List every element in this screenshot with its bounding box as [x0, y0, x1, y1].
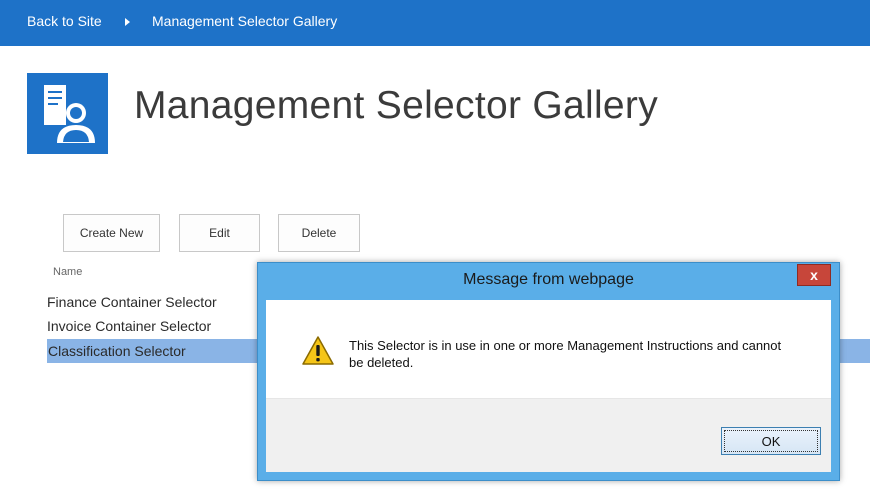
dialog-footer: OK	[266, 398, 831, 472]
create-new-button[interactable]: Create New	[63, 214, 160, 252]
dialog-title: Message from webpage	[463, 271, 634, 288]
close-icon: x	[810, 267, 818, 283]
breadcrumb-current: Management Selector Gallery	[152, 13, 338, 29]
document-person-icon	[27, 73, 108, 154]
top-navigation-bar: Back to Site Management Selector Gallery	[0, 0, 870, 46]
list-item[interactable]: Finance Container Selector	[47, 294, 217, 310]
breadcrumb-separator-icon	[125, 18, 130, 26]
list-item[interactable]: Invoice Container Selector	[47, 318, 211, 334]
message-dialog: Message from webpage x This Selector is …	[257, 262, 840, 481]
back-to-site-link[interactable]: Back to Site	[27, 13, 102, 29]
page-title: Management Selector Gallery	[134, 84, 659, 127]
list-item-label: Classification Selector	[48, 343, 186, 359]
ok-button[interactable]: OK	[721, 427, 821, 455]
dialog-message: This Selector is in use in one or more M…	[349, 338, 782, 370]
dialog-content: This Selector is in use in one or more M…	[266, 300, 831, 472]
dialog-titlebar[interactable]: Message from webpage x	[258, 263, 839, 299]
edit-button[interactable]: Edit	[179, 214, 260, 252]
delete-button[interactable]: Delete	[278, 214, 360, 252]
close-button[interactable]: x	[797, 264, 831, 286]
warning-icon	[301, 335, 335, 367]
column-header-name[interactable]: Name	[53, 266, 82, 278]
